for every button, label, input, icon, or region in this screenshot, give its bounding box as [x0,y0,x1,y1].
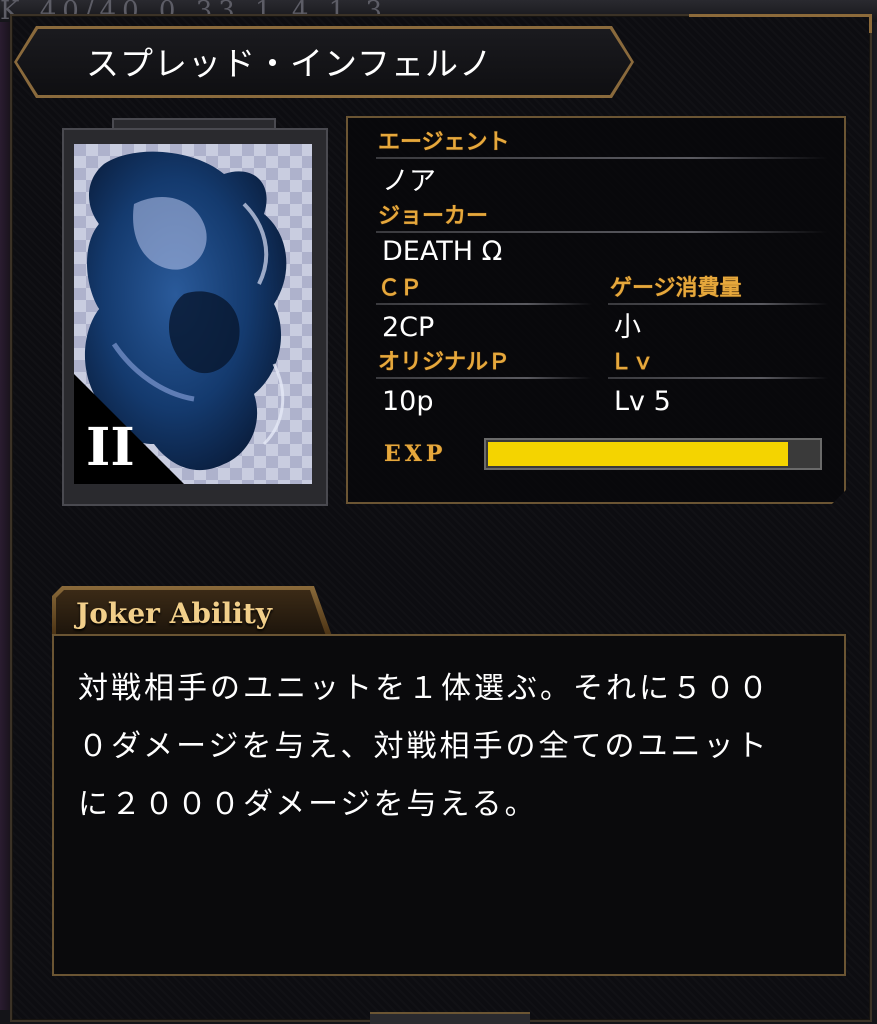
lv-underline [608,377,828,379]
ability-text: 対戦相手のユニットを１体選ぶ。それに５０００ダメージを与え、対戦相手の全てのユニ… [78,671,771,822]
cp-label: ＣＰ [378,276,423,301]
original-p-value: 10p [382,386,434,417]
card-name: スプレッド・インフェルノ [86,44,494,83]
ability-title: Joker Ability [76,597,273,630]
cp-value: 2CP [382,312,435,343]
original-p-label: オリジナルＰ [378,350,511,375]
bottom-handle[interactable] [370,1012,530,1024]
gauge-underline [608,303,828,305]
card-numeral: II [86,417,135,478]
exp-bar [484,438,822,470]
agent-label: エージェント [378,130,510,155]
cp-underline [376,303,592,305]
lv-label: Ｌｖ [610,350,655,375]
joker-label: ジョーカー [378,204,489,229]
panel-corner-ornament [689,14,872,33]
agent-value: ノア [382,166,436,197]
joker-value: DEATH Ω [382,236,503,267]
agent-underline [376,157,828,159]
original-p-underline [376,377,592,379]
exp-label: EXP [384,441,447,467]
gauge-value: 小 [614,312,641,343]
exp-bar-fill [488,442,788,466]
lv-value: Lv 5 [614,386,671,417]
joker-underline [376,231,828,233]
gauge-label: ゲージ消費量 [610,276,742,301]
